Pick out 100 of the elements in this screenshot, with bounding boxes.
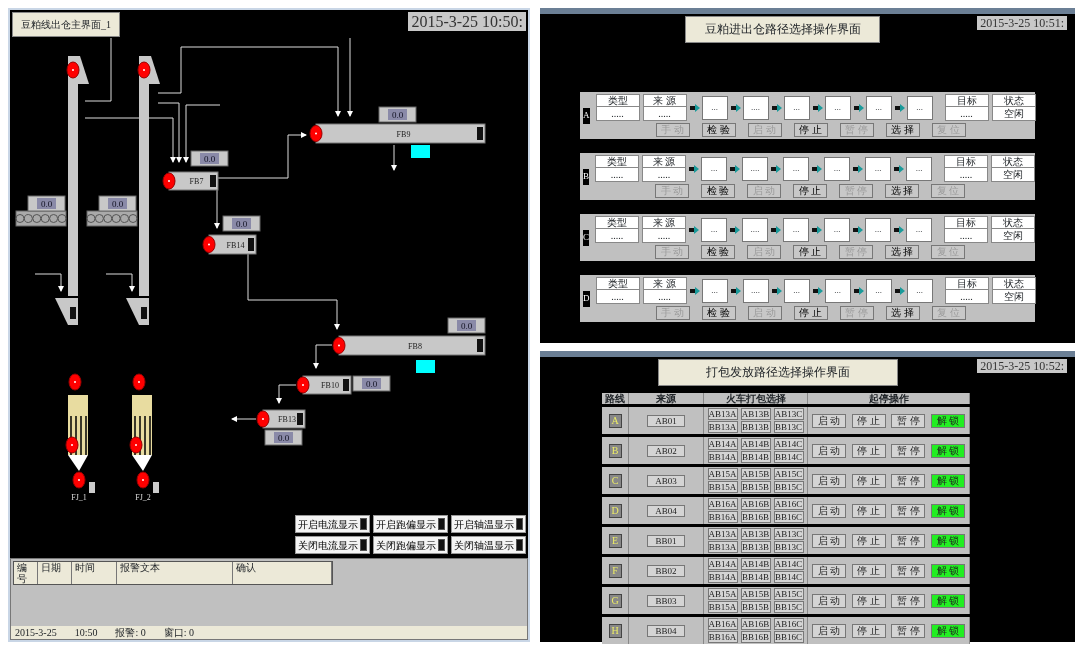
source-button[interactable]: AB03 (647, 474, 685, 487)
display-toggle-button[interactable]: 开启电流显示 (295, 515, 370, 533)
action-button[interactable]: 停 止 (851, 533, 886, 548)
action-button[interactable]: 启 动 (812, 473, 846, 488)
route-button[interactable]: 选 择 (885, 245, 919, 259)
option-button[interactable]: BB16C (773, 631, 804, 643)
option-button[interactable]: AB16A (707, 618, 738, 630)
action-button[interactable]: 暂 停 (891, 503, 926, 518)
option-button[interactable]: AB14A (707, 558, 738, 570)
display-toggle-button[interactable]: 关闭电流显示 (295, 536, 370, 554)
option-button[interactable]: AB15B (740, 468, 771, 480)
source-button[interactable]: AB04 (647, 504, 685, 517)
option-button[interactable]: AB15A (707, 468, 738, 480)
option-button[interactable]: AB14C (773, 438, 804, 450)
option-button[interactable]: BB15B (740, 601, 771, 613)
source-button[interactable]: AB01 (647, 414, 685, 427)
route-button[interactable]: 选 择 (885, 184, 919, 198)
action-button[interactable]: 暂 停 (891, 593, 926, 608)
action-button[interactable]: 启 动 (812, 563, 846, 578)
option-button[interactable]: AB14C (773, 558, 804, 570)
source-button[interactable]: BB03 (647, 594, 685, 607)
option-button[interactable]: AB15C (773, 588, 804, 600)
action-button[interactable]: 启 动 (812, 593, 846, 608)
option-button[interactable]: AB14B (740, 438, 771, 450)
action-button[interactable]: 解 锁 (930, 413, 965, 428)
route-button[interactable]: 停 止 (793, 245, 827, 259)
action-button[interactable]: 解 锁 (930, 443, 965, 458)
source-button[interactable]: BB01 (647, 534, 685, 547)
display-toggle-button[interactable]: 关闭轴温显示 (451, 536, 526, 554)
option-button[interactable]: AB13C (773, 408, 804, 420)
action-button[interactable]: 停 止 (851, 473, 886, 488)
option-button[interactable]: BB14C (773, 451, 804, 463)
action-button[interactable]: 解 锁 (930, 473, 965, 488)
option-button[interactable]: BB15A (707, 481, 738, 493)
route-button[interactable]: 检 验 (701, 306, 736, 320)
option-button[interactable]: BB13C (773, 541, 804, 553)
source-button[interactable]: BB04 (647, 624, 685, 637)
option-button[interactable]: BB13B (740, 421, 771, 433)
option-button[interactable]: BB16B (740, 511, 771, 523)
action-button[interactable]: 停 止 (851, 593, 886, 608)
source-button[interactable]: BB02 (647, 564, 685, 577)
option-button[interactable]: BB14A (707, 571, 738, 583)
action-button[interactable]: 暂 停 (891, 623, 926, 638)
route-button[interactable]: 检 验 (701, 184, 735, 198)
option-button[interactable]: AB15A (707, 588, 738, 600)
option-button[interactable]: AB16A (707, 498, 738, 510)
option-button[interactable]: BB15C (773, 481, 804, 493)
display-toggle-button[interactable]: 关闭跑偏显示 (373, 536, 448, 554)
action-button[interactable]: 停 止 (851, 443, 886, 458)
action-button[interactable]: 启 动 (812, 503, 846, 518)
option-button[interactable]: BB14B (740, 451, 771, 463)
option-button[interactable]: BB13C (773, 421, 804, 433)
action-button[interactable]: 启 动 (812, 413, 846, 428)
option-button[interactable]: AB16B (740, 498, 771, 510)
route-button[interactable]: 检 验 (701, 245, 735, 259)
action-button[interactable]: 启 动 (812, 623, 846, 638)
action-button[interactable]: 停 止 (851, 413, 886, 428)
option-button[interactable]: BB15A (707, 601, 738, 613)
option-button[interactable]: BB13A (707, 541, 738, 553)
option-button[interactable]: AB13B (740, 408, 771, 420)
display-toggle-button[interactable]: 开启轴温显示 (451, 515, 526, 533)
action-button[interactable]: 停 止 (851, 563, 886, 578)
action-button[interactable]: 暂 停 (891, 473, 926, 488)
route-button[interactable]: 停 止 (793, 306, 828, 320)
option-button[interactable]: BB15C (773, 601, 804, 613)
action-button[interactable]: 暂 停 (891, 413, 926, 428)
option-button[interactable]: BB16A (707, 631, 738, 643)
option-button[interactable]: AB16C (773, 498, 804, 510)
option-button[interactable]: AB15B (740, 588, 771, 600)
option-button[interactable]: BB13A (707, 421, 738, 433)
route-button[interactable]: 停 止 (793, 184, 827, 198)
option-button[interactable]: BB14B (740, 571, 771, 583)
option-button[interactable]: BB16A (707, 511, 738, 523)
action-button[interactable]: 停 止 (851, 503, 886, 518)
action-button[interactable]: 启 动 (812, 443, 846, 458)
action-button[interactable]: 暂 停 (891, 563, 926, 578)
option-button[interactable]: AB13B (740, 528, 771, 540)
route-button[interactable]: 选 择 (885, 123, 920, 137)
option-button[interactable]: AB16C (773, 618, 804, 630)
option-button[interactable]: BB14C (773, 571, 804, 583)
action-button[interactable]: 停 止 (851, 623, 886, 638)
option-button[interactable]: BB13B (740, 541, 771, 553)
route-button[interactable]: 停 止 (793, 123, 828, 137)
display-toggle-button[interactable]: 开启跑偏显示 (373, 515, 448, 533)
option-button[interactable]: AB13C (773, 528, 804, 540)
action-button[interactable]: 解 锁 (930, 503, 965, 518)
option-button[interactable]: AB14A (707, 438, 738, 450)
action-button[interactable]: 解 锁 (930, 533, 965, 548)
action-button[interactable]: 解 锁 (930, 593, 965, 608)
option-button[interactable]: BB16B (740, 631, 771, 643)
action-button[interactable]: 解 锁 (930, 563, 965, 578)
option-button[interactable]: BB14A (707, 451, 738, 463)
option-button[interactable]: AB13A (707, 528, 738, 540)
action-button[interactable]: 暂 停 (891, 533, 926, 548)
action-button[interactable]: 启 动 (812, 533, 846, 548)
option-button[interactable]: AB14B (740, 558, 771, 570)
option-button[interactable]: AB16B (740, 618, 771, 630)
action-button[interactable]: 暂 停 (891, 443, 926, 458)
route-button[interactable]: 检 验 (701, 123, 736, 137)
route-button[interactable]: 选 择 (885, 306, 920, 320)
